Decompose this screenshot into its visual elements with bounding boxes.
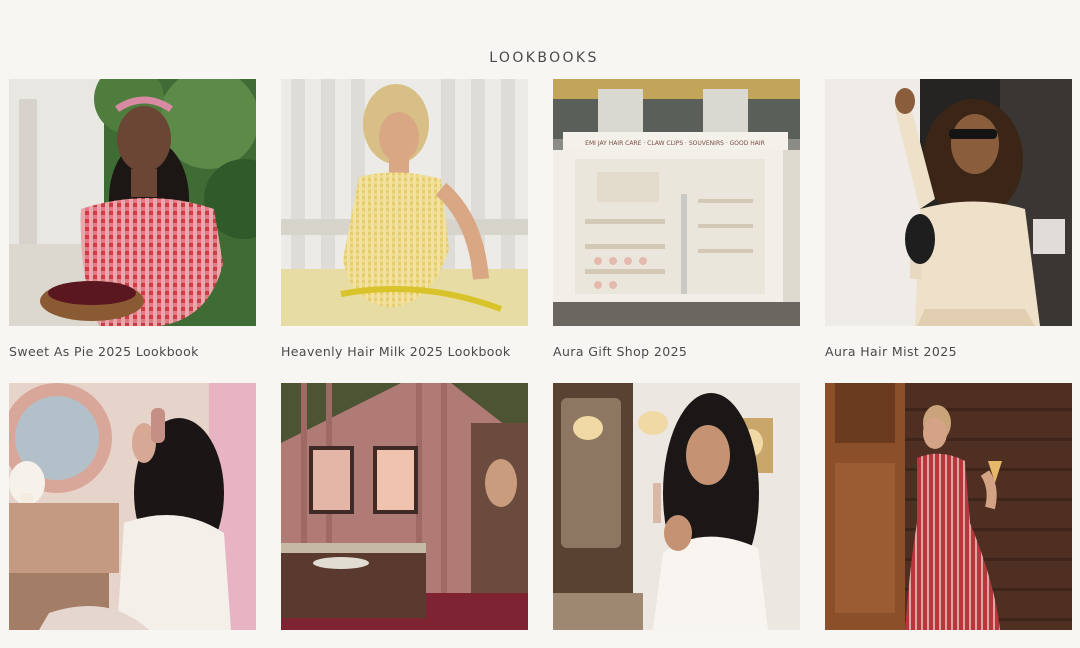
lookbook-card-8[interactable]	[825, 383, 1072, 648]
kiosk-sign-text: EMI JAY HAIR CARE · CLAW CLIPS · SOUVENI…	[585, 140, 765, 147]
lookbook-image[interactable]	[9, 383, 256, 630]
lookbook-title[interactable]: Aura Gift Shop 2025	[553, 344, 800, 359]
section-title: LOOKBOOKS	[489, 49, 599, 66]
lookbook-title[interactable]: Sweet As Pie 2025 Lookbook	[9, 344, 256, 359]
lookbook-image[interactable]	[9, 79, 256, 326]
lookbook-card-5[interactable]	[9, 383, 256, 648]
lookbook-card-aura-hair-mist[interactable]: Aura Hair Mist 2025	[825, 79, 1072, 359]
lookbook-image[interactable]	[553, 383, 800, 630]
lookbook-image[interactable]	[281, 79, 528, 326]
lookbook-card-7[interactable]	[553, 383, 800, 648]
lookbook-image[interactable]	[281, 383, 528, 630]
lookbook-image[interactable]	[825, 79, 1072, 326]
lookbook-card-6[interactable]	[281, 383, 528, 648]
lookbook-card-aura-gift-shop[interactable]: EMI JAY HAIR CARE · CLAW CLIPS · SOUVENI…	[553, 79, 800, 359]
lookbook-title[interactable]: Heavenly Hair Milk 2025 Lookbook	[281, 344, 528, 359]
lookbook-card-heavenly-hair-milk[interactable]: Heavenly Hair Milk 2025 Lookbook	[281, 79, 528, 359]
lookbook-image[interactable]	[825, 383, 1072, 630]
lookbook-image[interactable]: EMI JAY HAIR CARE · CLAW CLIPS · SOUVENI…	[553, 79, 800, 326]
lookbook-card-sweet-as-pie[interactable]: Sweet As Pie 2025 Lookbook	[9, 79, 256, 359]
lookbook-title[interactable]: Aura Hair Mist 2025	[825, 344, 1072, 359]
